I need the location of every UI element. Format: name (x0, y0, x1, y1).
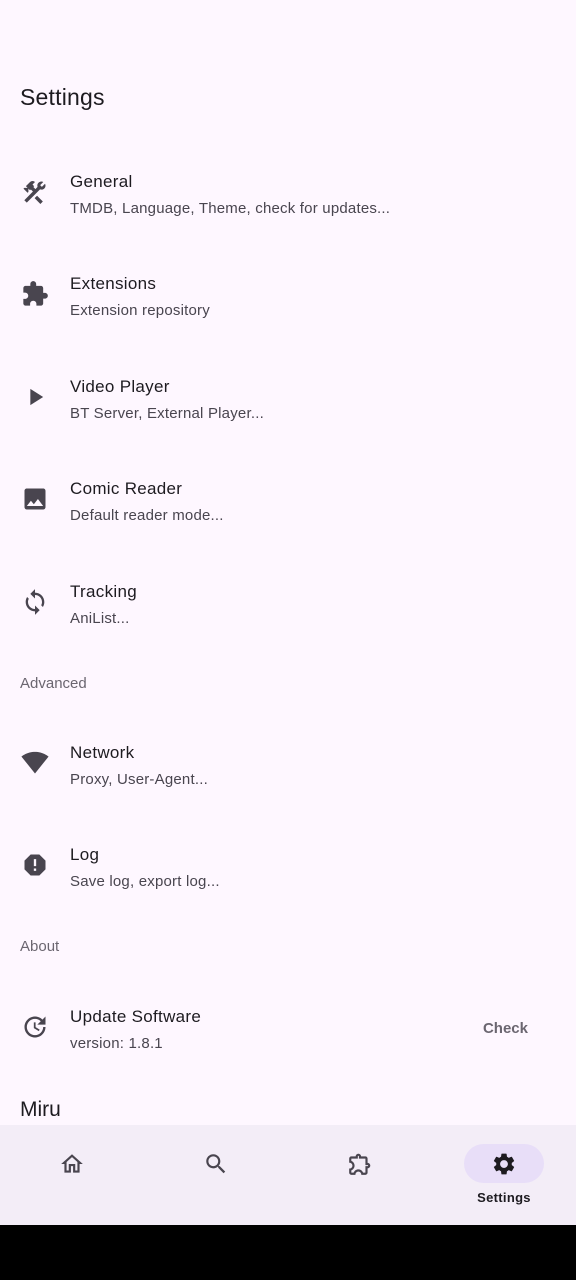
settings-item-update-software[interactable]: Update Software version: 1.8.1 Check (0, 977, 576, 1077)
nav-extensions[interactable] (288, 1125, 432, 1225)
tools-icon (20, 177, 50, 207)
settings-item-log[interactable]: Log Save log, export log... (0, 815, 576, 915)
nav-home[interactable] (0, 1125, 144, 1225)
item-title: Update Software (70, 1007, 202, 1026)
section-header-about: About (20, 938, 60, 955)
alert-icon (20, 850, 50, 880)
play-icon (20, 382, 50, 412)
update-icon (20, 1012, 50, 1042)
nav-search[interactable] (144, 1125, 288, 1225)
item-subtitle: version: 1.8.1 (70, 1035, 163, 1052)
page-title: Settings (20, 84, 105, 110)
check-update-button[interactable]: Check (483, 1020, 528, 1037)
sync-icon (20, 587, 50, 617)
item-subtitle: Extension repository (70, 302, 210, 319)
item-title: Extensions (70, 274, 157, 293)
settings-item-video-player[interactable]: Video Player BT Server, External Player.… (0, 347, 576, 447)
item-title: Tracking (70, 582, 137, 601)
settings-item-tracking[interactable]: Tracking AniList... (0, 552, 576, 652)
item-title: Comic Reader (70, 479, 183, 498)
extension-icon (20, 279, 50, 309)
nav-label-settings: Settings (477, 1190, 531, 1205)
settings-item-general[interactable]: General TMDB, Language, Theme, check for… (0, 142, 576, 242)
settings-item-comic-reader[interactable]: Comic Reader Default reader mode... (0, 449, 576, 549)
search-icon (176, 1144, 256, 1183)
item-title: Network (70, 743, 135, 762)
item-subtitle: Default reader mode... (70, 507, 224, 524)
item-subtitle: Proxy, User-Agent... (70, 771, 208, 788)
section-header-advanced: Advanced (20, 675, 87, 692)
item-subtitle: TMDB, Language, Theme, check for updates… (70, 200, 391, 217)
item-title: Log (70, 845, 100, 864)
item-subtitle: BT Server, External Player... (70, 405, 264, 422)
item-title: General (70, 172, 133, 191)
extension-icon (320, 1144, 400, 1183)
image-icon (20, 484, 50, 514)
settings-item-extensions[interactable]: Extensions Extension repository (0, 244, 576, 344)
item-subtitle: Save log, export log... (70, 873, 220, 890)
settings-icon (464, 1144, 544, 1183)
system-navigation-bar (0, 1225, 576, 1280)
settings-item-network[interactable]: Network Proxy, User-Agent... (0, 713, 576, 813)
footer-brand: Miru (20, 1098, 61, 1121)
item-title: Video Player (70, 377, 170, 396)
home-icon (32, 1144, 112, 1183)
bottom-nav: Settings (0, 1125, 576, 1225)
nav-settings[interactable]: Settings (432, 1125, 576, 1225)
item-subtitle: AniList... (70, 610, 130, 627)
wifi-icon (20, 748, 50, 778)
